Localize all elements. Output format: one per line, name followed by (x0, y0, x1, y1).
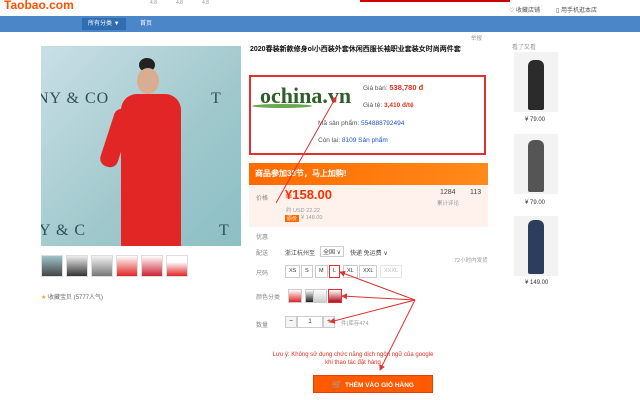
sales-count: 113 (470, 189, 482, 196)
sidebar-figure (528, 140, 544, 192)
sidebar-product-image[interactable] (514, 52, 558, 112)
size-label: 尺码 (256, 271, 269, 277)
ship-time: 72小时内发货 (454, 258, 488, 264)
size-option-xxxl[interactable]: XXXL (380, 265, 403, 278)
size-option-l[interactable]: L (329, 265, 341, 278)
size-option-xs[interactable]: XS (285, 265, 301, 278)
shop-rating-3: 4.8 (202, 0, 209, 6)
shop-rating-2: 4.8 (176, 0, 183, 6)
thumbnail[interactable] (166, 255, 188, 277)
backdrop-brand-text-bottom: Y & C (41, 222, 87, 239)
nav-all-categories[interactable]: 所有分类 ▼ (82, 18, 126, 30)
ship-destination-select[interactable]: 全国 ∨ (320, 246, 345, 257)
ochina-price-row: Giá bán: 538,780 đ (363, 83, 424, 92)
sidebar-heading: 看了又看 (512, 45, 537, 51)
thumbnail[interactable] (116, 255, 138, 277)
taobao-logo[interactable]: Taobao.com (4, 0, 74, 12)
size-option-s[interactable]: S (301, 265, 313, 278)
sidebar-item-price: ¥ 79.00 (525, 117, 546, 123)
sidebar-item-price: ¥ 79.00 (525, 200, 546, 206)
promo-banner[interactable]: 商品参加38节，马上加购! (249, 163, 488, 185)
shop-rating-1: 4.8 (150, 0, 157, 6)
color-option-white[interactable] (313, 289, 327, 303)
report-link[interactable]: 举报 (471, 34, 482, 42)
product-main-image[interactable]: NY & CO T Y & C T (41, 46, 241, 246)
nav-home[interactable]: 首页 (134, 18, 158, 30)
quantity-label: 数量 (256, 323, 269, 329)
backdrop-brand-text: NY & CO (41, 90, 110, 107)
favorite-item-link[interactable]: ★ 收藏宝贝 (5777人气) (41, 292, 103, 301)
sidebar-product-image[interactable] (514, 134, 558, 194)
color-option-selected[interactable] (328, 289, 342, 303)
discount-label: 优惠 (256, 235, 269, 241)
ochina-stock-value: 8109 Sản phẩm (341, 137, 388, 144)
top-accent-line (360, 0, 510, 2)
model-head (137, 68, 159, 94)
quantity-decrease-button[interactable]: − (285, 316, 297, 328)
product-title: 2020春装新款修身ol小西装外套休闲西服长袖职业套装女时尚两件套 (250, 46, 461, 53)
ship-from: 浙江杭州至 (285, 251, 316, 257)
thumbnail[interactable] (66, 255, 88, 277)
ochina-logo-swoosh (252, 104, 312, 108)
color-label: 颜色分类 (256, 295, 281, 301)
ochina-sku-value: 554888792494 (361, 120, 405, 127)
size-option-m[interactable]: M (315, 265, 328, 278)
thumbnail-strip (41, 255, 188, 277)
add-to-cart-button[interactable]: 🛒 THÊM VÀO GIỎ HÀNG (313, 375, 433, 393)
price-label: 价格 (256, 196, 269, 202)
size-option-xxl[interactable]: XXL (359, 265, 378, 278)
quantity-increase-button[interactable]: + (323, 316, 335, 328)
backdrop-brand-text-right: T (211, 90, 222, 107)
sidebar-figure (528, 220, 544, 274)
favorite-shop-link[interactable]: ♡ 收藏店铺 (509, 5, 540, 14)
sidebar-figure (528, 60, 544, 110)
review-count-label[interactable]: 累计评论 (437, 199, 459, 207)
quantity-input[interactable]: 1 (297, 316, 323, 328)
mobile-shop-link[interactable]: ▯ 用手机逛本店 (556, 5, 597, 14)
color-option-red[interactable] (288, 289, 302, 303)
ochina-sku-row: Mã sản phẩm: 554888792494 (318, 120, 405, 127)
thumbnail[interactable] (91, 255, 113, 277)
sidebar-product-image[interactable] (514, 216, 558, 276)
heart-icon: ♡ (509, 8, 517, 14)
price-value: ¥158.00 (285, 187, 332, 202)
thumbnail[interactable] (141, 255, 163, 277)
ochina-stock-row: Còn lại: 8109 Sản phẩm (318, 137, 388, 144)
ochina-rate-row: Giá tệ: 3,410 đ/tệ (363, 102, 414, 109)
sidebar-item-price: ¥ 149.00 (525, 280, 549, 286)
ochina-price-value: 538,780 đ (389, 83, 424, 92)
star-icon: ★ (41, 295, 49, 301)
original-price-badge: 原价 (285, 215, 300, 222)
review-count: 1284 (440, 189, 456, 196)
ship-fee-select[interactable]: 快递 免运费 ∨ (350, 248, 388, 257)
stock-remaining: 件(库存474 (341, 321, 369, 327)
shipping-label: 配送 (256, 251, 269, 257)
translation-warning: Lưu ý: Không sử dụng chức năng dịch ngôn… (272, 352, 434, 366)
original-price: ¥ 148.00 (301, 215, 323, 221)
backdrop-brand-text-bottom-right: T (219, 222, 230, 239)
cart-icon: 🛒 (332, 380, 342, 389)
thumbnail[interactable] (41, 255, 63, 277)
size-option-xl[interactable]: XL (343, 265, 358, 278)
price-usd: 约 USD 22.22 (286, 208, 320, 214)
ochina-rate-value: 3,410 đ/tệ (383, 102, 414, 109)
